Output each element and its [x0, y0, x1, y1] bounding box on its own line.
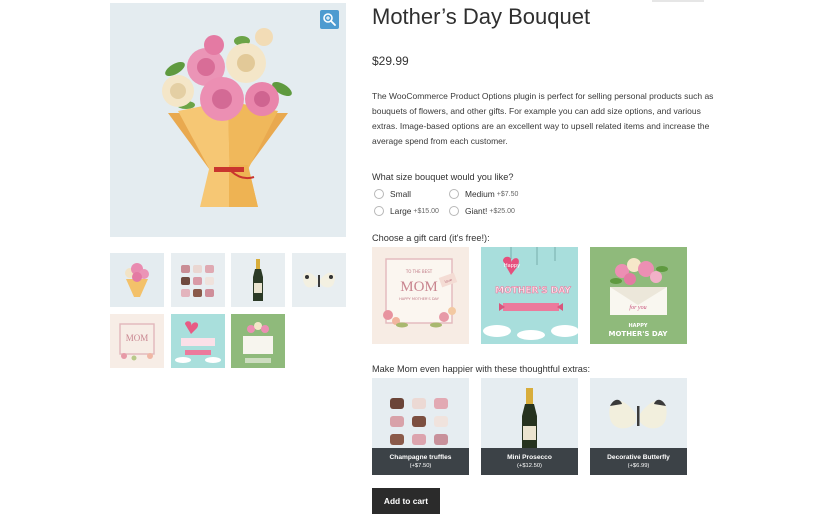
- size-option-label: Medium: [465, 189, 495, 199]
- card-mom-thumbnail-image: MOM: [110, 314, 164, 368]
- butterfly-image: [590, 378, 687, 448]
- size-option-label: Giant!: [465, 206, 488, 216]
- gift-card-option-mom-floral[interactable]: TO THE BEST MOM HAPPY MOTHER'S DAY love: [372, 247, 469, 344]
- bouquet-thumbnail-image: [110, 253, 164, 307]
- size-option-price: +$15.00: [413, 207, 439, 215]
- card-happy-text: Happy: [504, 263, 520, 269]
- thumbnail-card-happy-mothers-day[interactable]: [171, 314, 225, 368]
- magnifier-zoom-icon: [323, 13, 336, 26]
- card-happy-mothers-day-image: Happy MOTHER'S DAY: [481, 247, 578, 344]
- card-happy-thumbnail-image: [171, 314, 225, 368]
- card-envelope-flowers-image: for you HAPPY MOTHER'S DAY: [590, 247, 687, 344]
- extra-option-champagne-truffles[interactable]: Champagne truffles (+$7.50): [372, 378, 469, 475]
- card-text-bottom: HAPPY MOTHER'S DAY: [399, 297, 440, 301]
- thumbnail-butterfly[interactable]: [292, 253, 346, 307]
- extra-name: Champagne truffles: [389, 454, 452, 461]
- radio-button[interactable]: [449, 206, 459, 216]
- card-envelope-thumbnail-image: [231, 314, 285, 368]
- radio-button[interactable]: [449, 189, 459, 199]
- card-mothers-day-text: MOTHER'S DAY: [609, 330, 669, 338]
- extra-caption: Mini Prosecco (+$12.50): [481, 448, 578, 475]
- card-for-you-text: for you: [629, 304, 646, 311]
- svg-text:MOM: MOM: [126, 333, 149, 343]
- extra-caption: Champagne truffles (+$7.50): [372, 448, 469, 475]
- extra-price: (+$12.50): [517, 463, 542, 469]
- radio-button[interactable]: [374, 206, 384, 216]
- product-price: $29.99: [372, 54, 409, 68]
- size-option-large[interactable]: Large +$15.00: [374, 206, 439, 216]
- size-option-medium[interactable]: Medium +$7.50: [449, 189, 518, 199]
- size-option-label: Small: [390, 189, 411, 199]
- bouquet-image: [162, 28, 292, 207]
- extra-name: Mini Prosecco: [507, 454, 552, 461]
- add-to-cart-button[interactable]: Add to cart: [372, 488, 440, 514]
- truffles-image: [372, 378, 469, 448]
- radio-button[interactable]: [374, 189, 384, 199]
- extra-caption: Decorative Butterfly (+$6.99): [590, 448, 687, 475]
- card-happy-text: HAPPY: [628, 323, 647, 329]
- gift-card-option-happy-mothers-day[interactable]: Happy MOTHER'S DAY: [481, 247, 578, 344]
- thumbnail-prosecco[interactable]: [231, 253, 285, 307]
- extras-question-label: Make Mom even happier with these thought…: [372, 364, 591, 374]
- zoom-button[interactable]: [320, 10, 339, 29]
- gift-card-option-envelope-flowers[interactable]: for you HAPPY MOTHER'S DAY: [590, 247, 687, 344]
- thumbnail-card-envelope-flowers[interactable]: [231, 314, 285, 368]
- extra-option-mini-prosecco[interactable]: Mini Prosecco (+$12.50): [481, 378, 578, 475]
- extra-price: (+$6.99): [627, 463, 650, 469]
- size-option-price: +$7.50: [496, 190, 519, 198]
- card-mom-floral-image: TO THE BEST MOM HAPPY MOTHER'S DAY love: [372, 247, 469, 344]
- size-option-small[interactable]: Small: [374, 189, 413, 199]
- size-option-price: +$25.00: [489, 207, 515, 215]
- product-description: The WooCommerce Product Options plugin i…: [372, 91, 714, 146]
- extra-price: (+$7.50): [409, 463, 432, 469]
- thumbnail-card-mom-floral[interactable]: MOM: [110, 314, 164, 368]
- thumbnail-truffles[interactable]: [171, 253, 225, 307]
- gift-card-question-label: Choose a gift card (it's free!):: [372, 233, 490, 243]
- prosecco-image: [481, 378, 578, 448]
- thumbnail-bouquet[interactable]: [110, 253, 164, 307]
- size-question-label: What size bouquet would you like?: [372, 172, 514, 182]
- top-divider: [652, 0, 704, 2]
- card-text-top: TO THE BEST: [405, 269, 433, 274]
- product-title: Mother’s Day Bouquet: [372, 4, 591, 29]
- extra-option-decorative-butterfly[interactable]: Decorative Butterfly (+$6.99): [590, 378, 687, 475]
- product-main-image[interactable]: [110, 3, 346, 237]
- extra-name: Decorative Butterfly: [607, 454, 670, 461]
- card-mothers-day-text: MOTHER'S DAY: [495, 286, 571, 296]
- truffles-thumbnail-image: [171, 253, 225, 307]
- size-option-giant[interactable]: Giant! +$25.00: [449, 206, 515, 216]
- butterfly-thumbnail-image: [292, 253, 346, 307]
- prosecco-thumbnail-image: [231, 253, 285, 307]
- card-text-main: MOM: [400, 279, 438, 295]
- size-option-label: Large: [390, 206, 412, 216]
